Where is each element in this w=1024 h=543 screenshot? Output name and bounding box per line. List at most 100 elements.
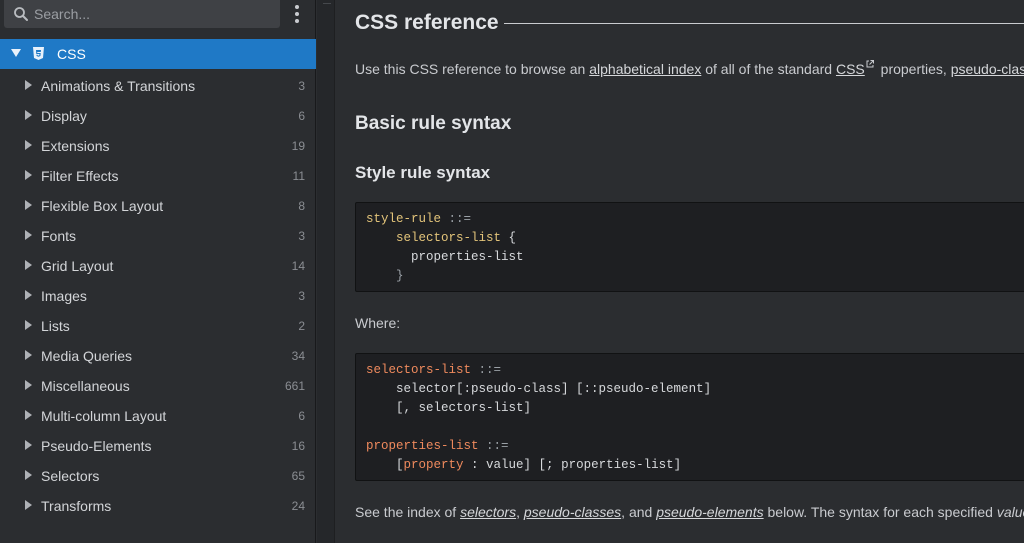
sidebar-item-label: Miscellaneous xyxy=(41,378,130,394)
code-block-style-rule: style-rule ::= selectors-list { properti… xyxy=(355,202,1024,292)
sidebar-item-label: Lists xyxy=(41,318,70,334)
code-text: } xyxy=(396,269,404,283)
sidebar-item-count: 661 xyxy=(284,379,305,393)
alphabetical-index-link[interactable]: alphabetical index xyxy=(589,61,701,77)
chevron-right-icon xyxy=(25,410,32,420)
sidebar-item-label: Animations & Transitions xyxy=(41,78,196,94)
title-divider xyxy=(504,23,1024,24)
paragraph-text: , and xyxy=(621,504,657,520)
sidebar-item-label: Filter Effects xyxy=(41,168,119,184)
paragraph-text: , xyxy=(516,504,524,520)
code-property: property xyxy=(403,458,464,472)
sidebar-item-count: 11 xyxy=(292,169,305,183)
sidebar-item-selectors[interactable]: Selectors 65 xyxy=(0,461,316,491)
code-text: : value] [; properties-list] xyxy=(463,458,682,472)
sidebar-item-animations-transitions[interactable]: Animations & Transitions 3 xyxy=(0,71,316,101)
chevron-right-icon xyxy=(25,470,32,480)
pseudo-classes-link[interactable]: pseudo-classes xyxy=(951,61,1024,77)
sidebar-item-display[interactable]: Display 6 xyxy=(0,101,316,131)
syntax-paragraph: See the index of selectors, pseudo-class… xyxy=(355,504,1024,520)
more-vertical-icon xyxy=(295,5,299,9)
intro-text: Use this CSS reference to browse an xyxy=(355,61,590,77)
tree-root-label: CSS xyxy=(57,46,86,62)
sidebar-item-count: 3 xyxy=(298,289,305,303)
sidebar-item-fonts[interactable]: Fonts 3 xyxy=(0,221,316,251)
sidebar-item-multi-column-layout[interactable]: Multi-column Layout 6 xyxy=(0,401,316,431)
search-icon xyxy=(14,7,28,21)
sidebar-item-count: 2 xyxy=(298,319,305,333)
sidebar-item-label: Grid Layout xyxy=(41,258,114,274)
chevron-down-icon xyxy=(11,49,21,57)
section-heading-basic-rule-syntax: Basic rule syntax xyxy=(355,113,512,134)
pseudo-classes-link[interactable]: pseudo-classes xyxy=(524,504,621,520)
chevron-right-icon xyxy=(25,380,32,390)
code-text: [ xyxy=(396,458,404,472)
sidebar-item-label: Flexible Box Layout xyxy=(41,198,164,214)
where-label: Where: xyxy=(355,315,401,331)
sidebar-item-count: 14 xyxy=(291,259,305,273)
sidebar-item-filter-effects[interactable]: Filter Effects 11 xyxy=(0,161,316,191)
paragraph-text: See the index of xyxy=(355,504,461,520)
sidebar-item-count: 34 xyxy=(291,349,305,363)
main-content: CSS reference Use this CSS reference to … xyxy=(336,0,1024,543)
sidebar-item-grid-layout[interactable]: Grid Layout 14 xyxy=(0,251,316,281)
sidebar-item-count: 24 xyxy=(291,499,305,513)
code-block-definitions: selectors-list ::= selector[:pseudo-clas… xyxy=(355,353,1024,481)
chevron-right-icon xyxy=(25,140,32,150)
search-box[interactable] xyxy=(4,0,280,28)
tree-root-css[interactable]: CSS xyxy=(0,39,316,69)
chevron-right-icon xyxy=(25,110,32,120)
external-link-icon xyxy=(866,60,874,68)
code-keyword: selectors-list xyxy=(396,231,502,245)
css-link[interactable]: CSS xyxy=(836,61,865,77)
sidebar-item-label: Multi-column Layout xyxy=(41,408,167,424)
value-term: value xyxy=(996,504,1024,520)
code-operator: ::= xyxy=(471,363,502,377)
sidebar-item-images[interactable]: Images 3 xyxy=(0,281,316,311)
splitter-handle xyxy=(323,0,331,4)
intro-text: of all of the standard xyxy=(701,61,836,77)
code-text: selector[:pseudo-class] [::pseudo-elemen… xyxy=(396,382,712,396)
sidebar-item-label: Fonts xyxy=(41,228,77,244)
sidebar-item-lists[interactable]: Lists 2 xyxy=(0,311,316,341)
sidebar-item-count: 65 xyxy=(291,469,305,483)
paragraph-text: below. The syntax for each specified xyxy=(763,504,997,520)
search-bar xyxy=(0,0,316,31)
sidebar-item-flexible-box-layout[interactable]: Flexible Box Layout 8 xyxy=(0,191,316,221)
sidebar-item-transforms[interactable]: Transforms 24 xyxy=(0,491,316,521)
sidebar-item-label: Images xyxy=(41,288,87,304)
sidebar-item-count: 16 xyxy=(291,439,305,453)
pane-splitter[interactable] xyxy=(317,0,335,543)
search-input[interactable] xyxy=(34,0,274,28)
more-menu-button[interactable] xyxy=(286,3,308,25)
chevron-right-icon xyxy=(25,230,32,240)
sidebar-item-label: Pseudo-Elements xyxy=(41,438,152,454)
sidebar-item-count: 6 xyxy=(298,409,305,423)
tree-list: Animations & Transitions 3 Display 6 Ext… xyxy=(0,71,316,521)
sidebar-item-miscellaneous[interactable]: Miscellaneous 661 xyxy=(0,371,316,401)
section-heading-style-rule-syntax: Style rule syntax xyxy=(355,163,491,182)
code-text: [, selectors-list] xyxy=(396,401,532,415)
selectors-link[interactable]: selectors xyxy=(460,504,516,520)
sidebar-item-media-queries[interactable]: Media Queries 34 xyxy=(0,341,316,371)
code-keyword: selectors-list xyxy=(366,363,472,377)
sidebar-item-pseudo-elements[interactable]: Pseudo-Elements 16 xyxy=(0,431,316,461)
chevron-right-icon xyxy=(25,440,32,450)
sidebar-item-count: 3 xyxy=(298,229,305,243)
code-operator: ::= xyxy=(478,439,509,453)
pseudo-elements-link[interactable]: pseudo-elements xyxy=(656,504,763,520)
chevron-right-icon xyxy=(25,350,32,360)
chevron-right-icon xyxy=(25,80,32,90)
code-text: properties-list xyxy=(411,250,524,264)
intro-paragraph: Use this CSS reference to browse an alph… xyxy=(355,60,1024,77)
sidebar-item-label: Media Queries xyxy=(41,348,133,364)
chevron-right-icon xyxy=(25,200,32,210)
code-text: { xyxy=(501,231,517,245)
chevron-right-icon xyxy=(25,290,32,300)
chevron-right-icon xyxy=(25,320,32,330)
chevron-right-icon xyxy=(25,170,32,180)
sidebar-item-count: 6 xyxy=(298,109,305,123)
code-keyword: style-rule xyxy=(366,212,442,226)
sidebar-item-extensions[interactable]: Extensions 19 xyxy=(0,131,316,161)
chevron-right-icon xyxy=(25,260,32,270)
